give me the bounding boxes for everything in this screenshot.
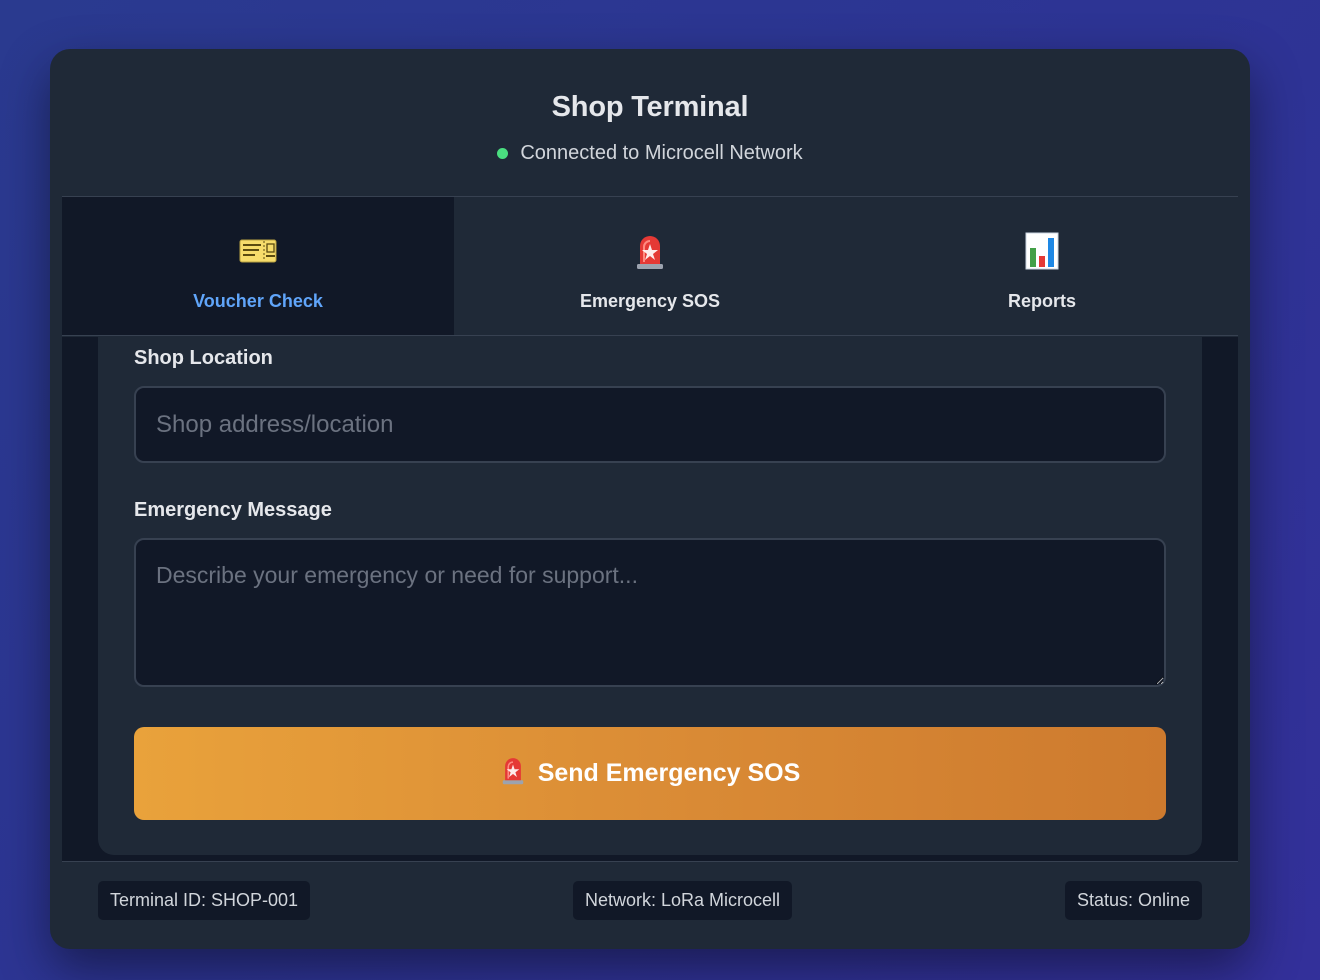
terminal-id-badge: Terminal ID: SHOP-001 — [98, 881, 311, 920]
send-sos-label: Send Emergency SOS — [537, 759, 801, 787]
network-badge: Network: LoRa Microcell — [573, 881, 793, 920]
tab-bar: Voucher Check Emergency SOS Reports — [62, 197, 1238, 336]
connection-status: Connected to Microcell Network — [62, 142, 1238, 165]
terminal-card: Shop Terminal Connected to Microcell Net… — [50, 49, 1250, 949]
tab-reports[interactable]: Reports — [846, 197, 1238, 335]
status-dot-icon — [497, 148, 509, 159]
tab-label: Emergency SOS — [579, 291, 721, 311]
bar-chart-icon — [1025, 231, 1059, 271]
tab-emergency-sos[interactable]: Emergency SOS — [454, 197, 846, 335]
header: Shop Terminal Connected to Microcell Net… — [62, 49, 1238, 197]
tab-label: Reports — [1007, 291, 1076, 311]
send-emergency-sos-button[interactable]: Send Emergency SOS — [134, 727, 1166, 820]
page-title: Shop Terminal — [551, 91, 749, 123]
footer: Terminal ID: SHOP-001 Network: LoRa Micr… — [62, 861, 1238, 949]
tab-voucher-check[interactable]: Voucher Check — [62, 197, 454, 335]
emergency-message-label: Emergency Message — [134, 499, 332, 521]
siren-icon — [634, 231, 666, 271]
content-area: Shop Location Emergency Message Send Eme… — [62, 337, 1238, 861]
tab-label: Voucher Check — [193, 291, 323, 311]
shop-location-label: Shop Location — [134, 347, 273, 369]
ticket-icon — [239, 231, 277, 271]
siren-icon — [500, 755, 526, 792]
shop-location-input[interactable] — [134, 386, 1166, 463]
emergency-message-textarea[interactable] — [134, 538, 1166, 687]
status-badge: Status: Online — [1064, 881, 1202, 920]
connection-text: Connected to Microcell Network — [520, 142, 803, 164]
sos-panel: Shop Location Emergency Message Send Eme… — [98, 337, 1202, 855]
